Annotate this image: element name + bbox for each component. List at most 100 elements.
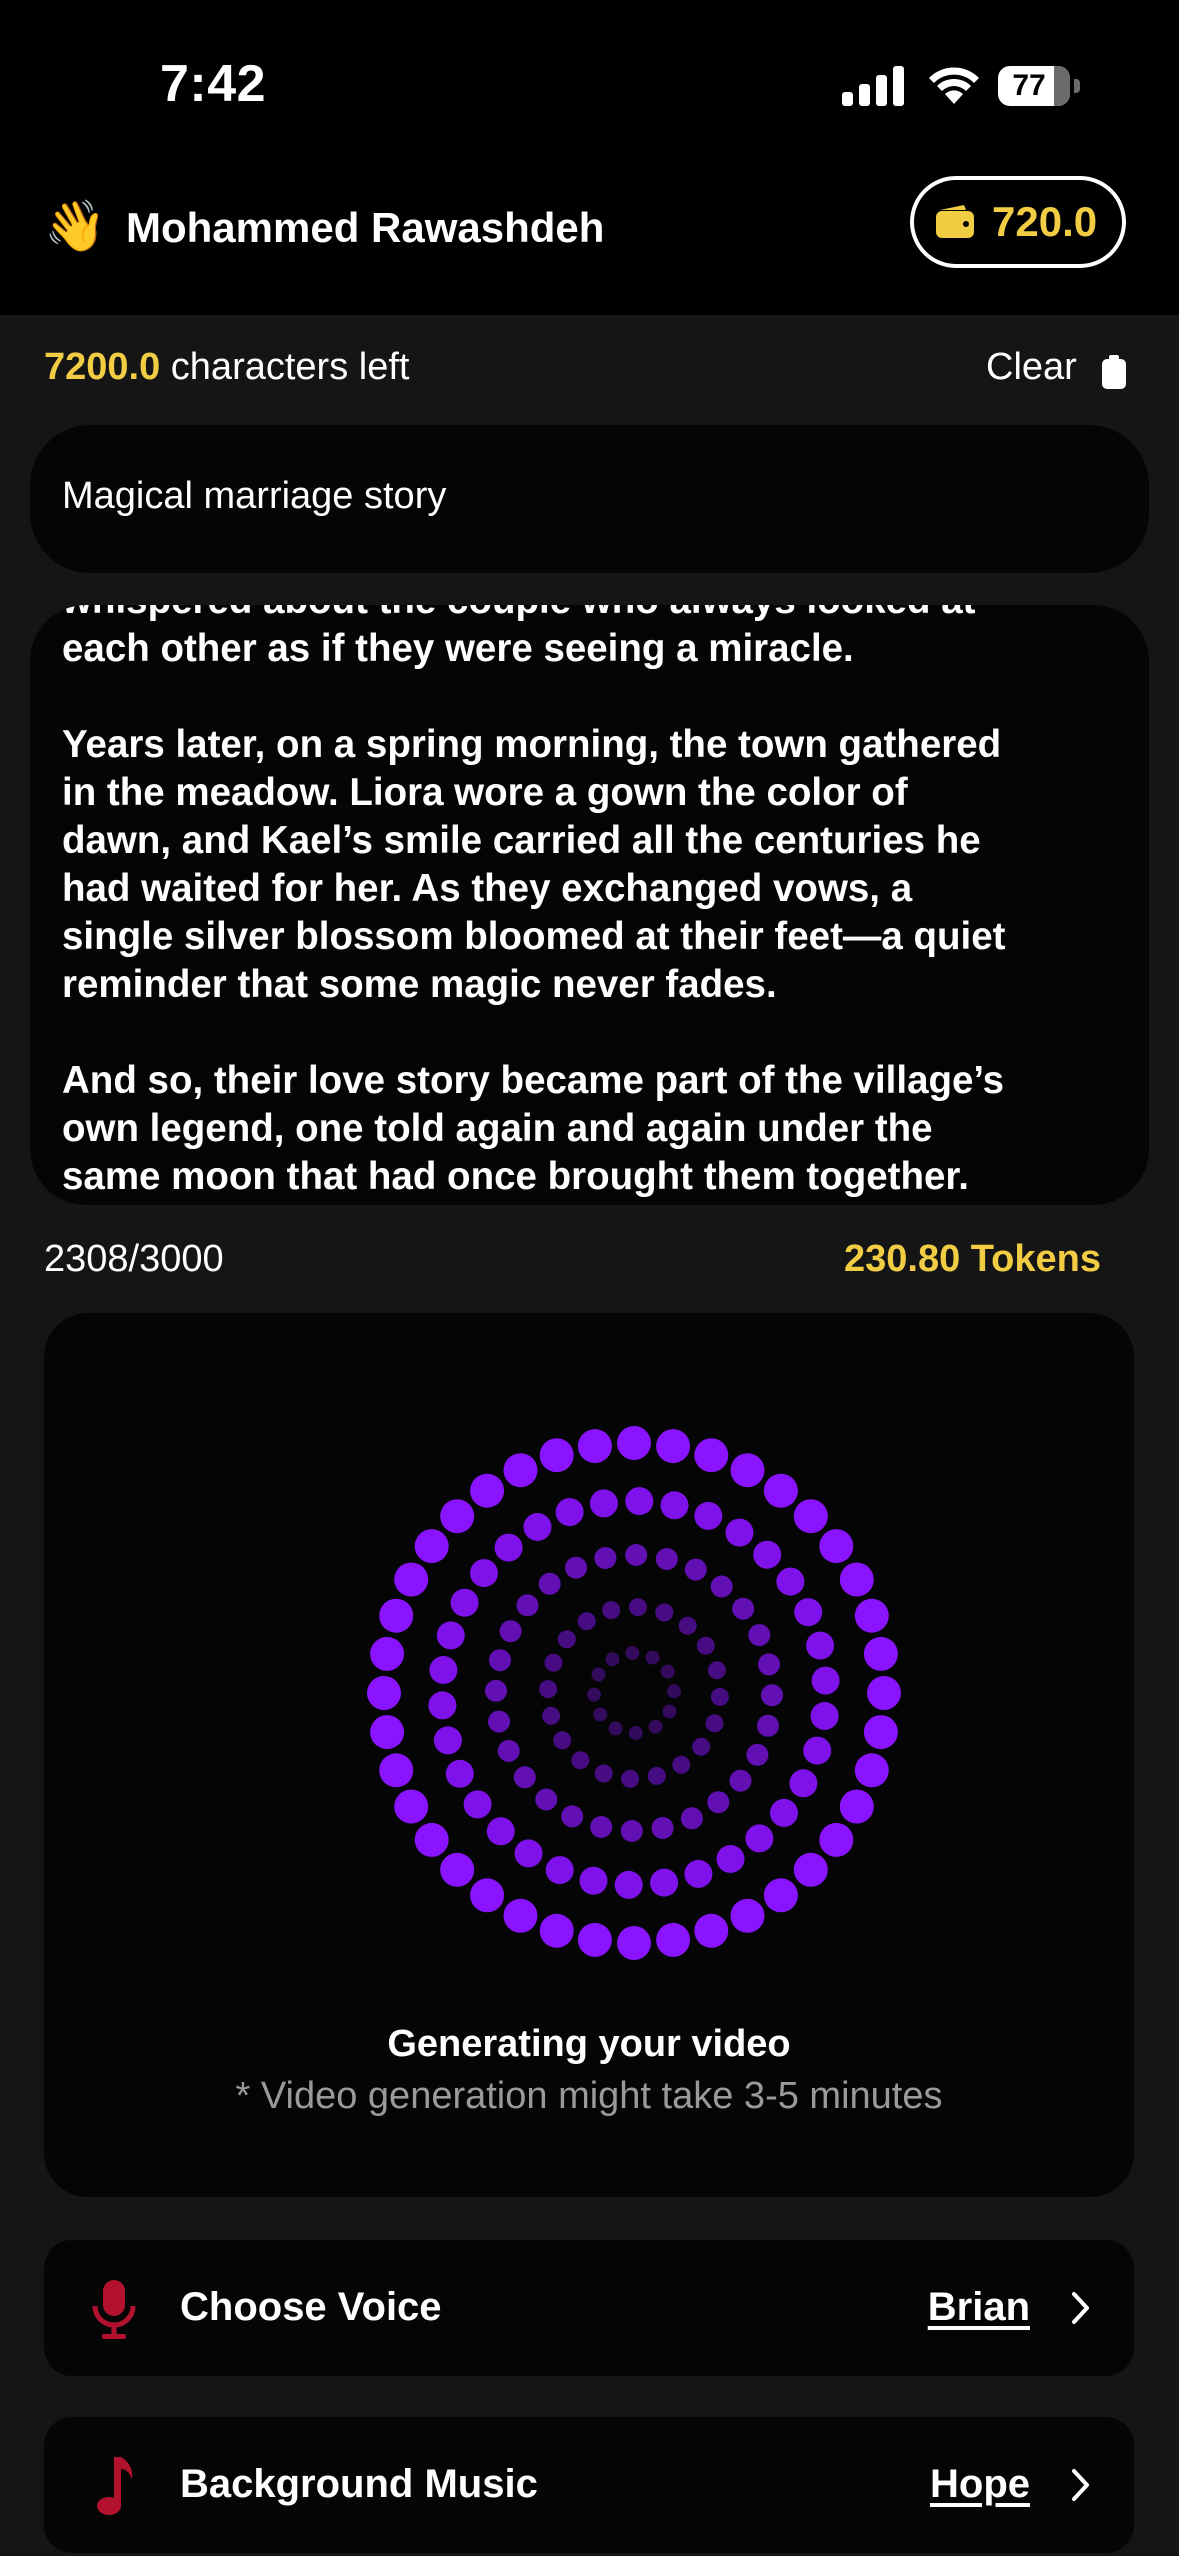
generation-card: Generating your video * Video generation… (44, 1313, 1134, 2197)
spinner-dot (770, 1798, 798, 1827)
spinner-dot (470, 1559, 498, 1588)
spinner-dot (539, 1913, 574, 1948)
spinner-dot (694, 1438, 729, 1473)
spinner-dot (470, 1878, 505, 1913)
spinner-dot (645, 1650, 660, 1665)
wallet-balance-button[interactable]: 720.0 (910, 176, 1126, 268)
spinner-dot (863, 1715, 898, 1750)
spinner-dot (763, 1473, 798, 1508)
spinner-dot (730, 1453, 765, 1488)
spinner-dot (662, 1704, 677, 1719)
spinner-dot (542, 1706, 561, 1725)
background-music-row[interactable]: Background Music Hope (44, 2417, 1134, 2553)
title-input[interactable]: Magical marriage story (30, 425, 1149, 573)
spinner-dot (591, 1667, 606, 1682)
spinner-dot (436, 1621, 465, 1650)
spinner-dot (710, 1687, 729, 1706)
spinner-dot (660, 1491, 689, 1520)
story-paragraph: And so, their love story became part of … (62, 1059, 1005, 1198)
background-music-label: Background Music (180, 2462, 538, 2506)
spinner-dot (672, 1755, 691, 1774)
spinner-dot (793, 1499, 828, 1534)
spinner-dot (625, 1646, 640, 1660)
spinner-dot (655, 1548, 678, 1570)
spinner-dot (450, 1588, 479, 1617)
spinner-dot (539, 1680, 558, 1699)
spinner-dot (620, 1820, 643, 1842)
spinner-dot (789, 1769, 818, 1798)
spinner-dot (545, 1856, 574, 1885)
spinner-dot (553, 1731, 572, 1750)
chevron-right-icon (1072, 2469, 1089, 2501)
spinner-dot (503, 1453, 538, 1488)
spinner-dot (394, 1789, 429, 1824)
spinner-dot (628, 1598, 647, 1617)
choose-voice-label: Choose Voice (180, 2285, 442, 2329)
spinner-dot (617, 1926, 651, 1960)
spinner-dot (565, 1556, 588, 1579)
spinner-dot (516, 1594, 539, 1617)
spinner-dot (513, 1766, 536, 1789)
title-input-value: Magical marriage story (62, 475, 447, 517)
clear-button[interactable]: Clear (986, 346, 1077, 389)
spinner-dot (579, 1866, 608, 1895)
clipboard-icon[interactable] (1102, 355, 1126, 389)
spinner-dot (414, 1822, 449, 1857)
spinner-dot (710, 1575, 733, 1598)
spinner-dot (854, 1753, 889, 1788)
character-count: 2308/3000 (44, 1238, 224, 1280)
spinner-dot (428, 1691, 457, 1720)
spinner-dot (725, 1518, 754, 1547)
status-time: 7:42 (160, 55, 267, 113)
story-paragraph: whispered about the couple who always lo… (62, 605, 975, 670)
spinner-dot (557, 1630, 576, 1649)
spinner-dot (590, 1816, 613, 1838)
spinner-dot (625, 1487, 654, 1516)
spinner-dot (839, 1562, 874, 1597)
spinner-dot (763, 1878, 798, 1913)
spinner-dot (470, 1473, 505, 1508)
spinner-dot (656, 1429, 691, 1464)
spinner-dot (684, 1558, 707, 1581)
spinner-dot (445, 1759, 474, 1788)
spinner-dot (678, 1616, 697, 1635)
spinner-dot (594, 1547, 617, 1569)
spinner-dot (660, 1664, 675, 1679)
story-textarea[interactable]: whispered about the couple who always lo… (30, 605, 1149, 1205)
story-text: whispered about the couple who always lo… (62, 605, 1122, 1205)
spinner-dot (793, 1852, 828, 1887)
waving-hand-icon: 👋 (44, 198, 107, 254)
loading-spinner-icon (367, 1426, 901, 1960)
spinner-dot (367, 1676, 401, 1710)
spinner-dot (694, 1501, 723, 1530)
music-value-link[interactable]: Hope (930, 2462, 1030, 2507)
spinner-dot (514, 1839, 543, 1868)
choose-voice-row[interactable]: Choose Voice Brian (44, 2240, 1134, 2376)
spinner-dot (746, 1743, 769, 1766)
spinner-dot (577, 1429, 612, 1464)
characters-left-label: characters left (170, 346, 410, 388)
spinner-dot (561, 1805, 584, 1828)
spinner-dot (602, 1601, 621, 1620)
spinner-dot (499, 1620, 522, 1643)
spinner-dot (761, 1684, 783, 1707)
spinner-dot (694, 1913, 729, 1948)
spinner-dot (494, 1533, 523, 1562)
spinner-dot (577, 1612, 596, 1631)
spinner-dot (811, 1666, 840, 1695)
spinner-dot (648, 1719, 663, 1734)
spinner-dot (839, 1789, 874, 1824)
spinner-dot (577, 1922, 612, 1957)
spinner-dot (555, 1498, 584, 1527)
spinner-dot (806, 1631, 835, 1660)
spinner-dot (523, 1513, 552, 1541)
token-cost: 230.80 Tokens (844, 1238, 1102, 1280)
spinner-dot (680, 1807, 703, 1830)
cellular-signal-icon (842, 66, 906, 106)
spinner-dot (621, 1769, 640, 1788)
spinner-dot (433, 1726, 462, 1755)
spinner-dot (692, 1737, 711, 1756)
user-name: Mohammed Rawashdeh (126, 204, 605, 251)
spinner-dot (488, 1710, 510, 1733)
voice-value-link[interactable]: Brian (928, 2285, 1030, 2330)
